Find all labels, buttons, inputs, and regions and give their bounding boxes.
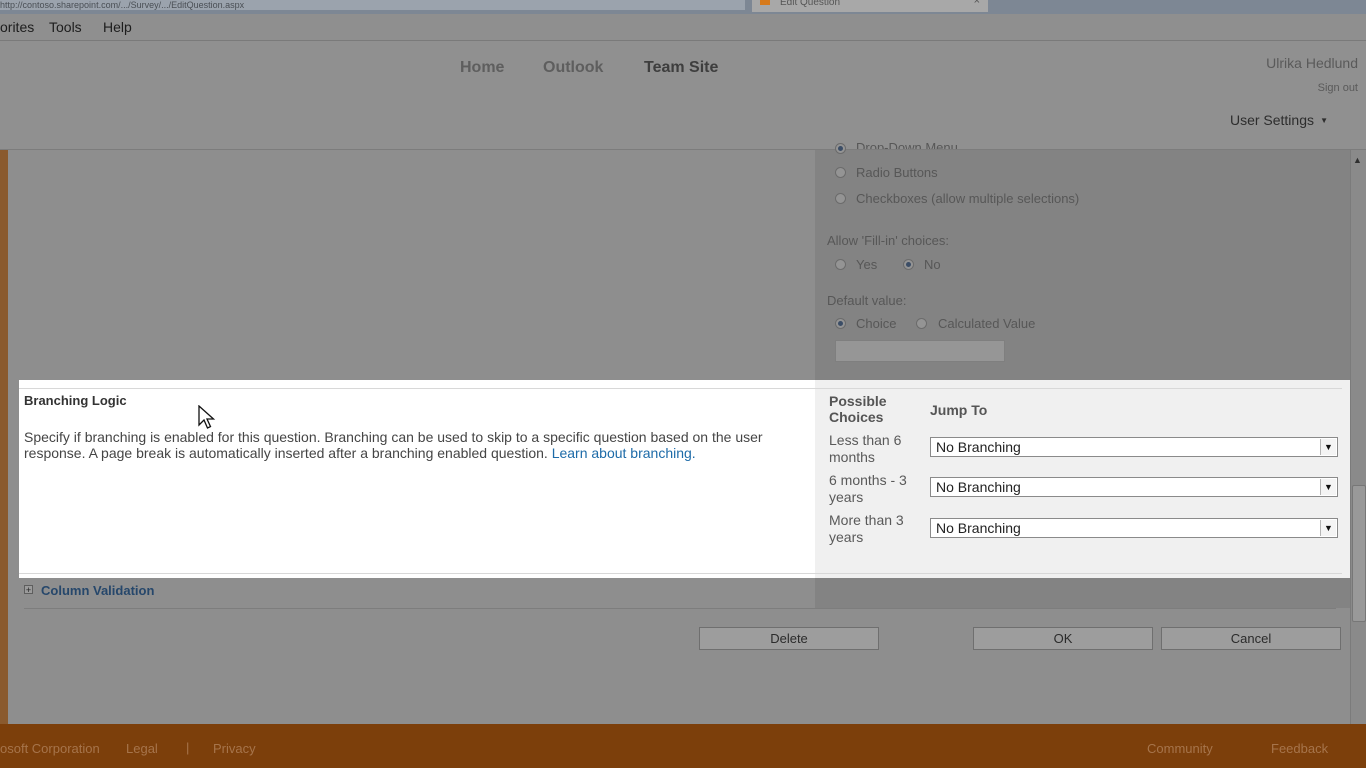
- dropdown-arrow-icon[interactable]: ▼: [1320, 439, 1336, 455]
- caret-down-icon[interactable]: ▼: [1320, 116, 1328, 125]
- footer-legal-link[interactable]: Legal: [126, 741, 158, 756]
- jump-to-select[interactable]: No Branching ▼: [930, 437, 1338, 457]
- address-bar[interactable]: http://contoso.sharepoint.com/.../Survey…: [0, 0, 745, 10]
- branching-logic-section: Branching Logic Specify if branching is …: [19, 380, 1350, 578]
- menu-tools[interactable]: Tools: [49, 19, 82, 35]
- column-validation-link[interactable]: Column Validation: [41, 583, 154, 598]
- jump-to-header: Jump To: [930, 402, 988, 418]
- tab-title: Edit Question: [780, 0, 841, 8]
- branching-logic-title: Branching Logic: [24, 393, 127, 408]
- jump-to-selected-value: No Branching: [936, 479, 1021, 495]
- section-divider: [19, 388, 1342, 389]
- radio-fill-in-no[interactable]: [903, 259, 914, 270]
- default-value-input[interactable]: [835, 340, 1005, 362]
- possible-choices-header: Possible Choices: [829, 393, 887, 425]
- expand-plus-icon[interactable]: +: [24, 585, 33, 595]
- browser-tab-edit-question[interactable]: Edit Question ×: [752, 0, 988, 12]
- nav-team-site[interactable]: Team Site: [644, 59, 718, 77]
- section-divider: [24, 608, 1336, 609]
- footer-copyright: osoft Corporation: [0, 741, 100, 756]
- choice-label: More than 3 years: [829, 512, 904, 545]
- dropdown-arrow-icon[interactable]: ▼: [1320, 520, 1336, 536]
- section-divider: [19, 573, 1342, 574]
- default-choice-label: Choice: [856, 316, 897, 331]
- footer-privacy-link[interactable]: Privacy: [213, 741, 256, 756]
- nav-outlook[interactable]: Outlook: [543, 59, 603, 77]
- page-left-accent: [0, 150, 8, 724]
- jump-to-selected-value: No Branching: [936, 520, 1021, 536]
- fill-in-yes-label: Yes: [856, 257, 878, 272]
- jump-to-selected-value: No Branching: [936, 439, 1021, 455]
- radio-default-choice[interactable]: [835, 318, 846, 329]
- delete-button[interactable]: Delete: [699, 627, 879, 650]
- jump-to-select[interactable]: No Branching ▼: [930, 477, 1338, 497]
- default-value-label: Default value:: [827, 293, 907, 308]
- option-radio-buttons-label: Radio Buttons: [856, 165, 938, 180]
- choice-label: 6 months - 3 years: [829, 472, 907, 505]
- close-tab-icon[interactable]: ×: [974, 0, 980, 7]
- choice-label: Less than 6 months: [829, 432, 902, 465]
- scroll-up-arrow-icon[interactable]: ▲: [1353, 155, 1362, 165]
- sign-out-link[interactable]: Sign out: [1318, 82, 1358, 94]
- fill-in-no-label: No: [924, 257, 941, 272]
- learn-about-branching-link[interactable]: Learn about branching.: [552, 445, 696, 461]
- branching-description: Specify if branching is enabled for this…: [24, 429, 814, 461]
- radio-fill-in-yes[interactable]: [835, 259, 846, 270]
- option-checkboxes-label: Checkboxes (allow multiple selections): [856, 191, 1080, 206]
- tab-favicon-icon: [760, 0, 770, 5]
- radio-dropdown[interactable]: [835, 143, 846, 154]
- menu-favorites[interactable]: orites: [0, 19, 34, 35]
- vertical-scrollbar[interactable]: [1350, 150, 1366, 724]
- cancel-button[interactable]: Cancel: [1161, 627, 1341, 650]
- jump-to-select[interactable]: No Branching ▼: [930, 518, 1338, 538]
- radio-checkboxes[interactable]: [835, 193, 846, 204]
- footer-separator: |: [186, 740, 190, 755]
- option-dropdown-label: Drop-Down Menu: [856, 140, 958, 149]
- user-name: Ulrika Hedlund: [1266, 55, 1358, 71]
- nav-home[interactable]: Home: [460, 59, 504, 77]
- scrollbar-thumb[interactable]: [1352, 485, 1366, 622]
- ok-button[interactable]: OK: [973, 627, 1153, 650]
- site-header: Home Outlook Team Site Ulrika Hedlund Si…: [0, 41, 1366, 150]
- fill-in-label: Allow 'Fill-in' choices:: [827, 233, 949, 248]
- menu-bar: orites Tools Help: [0, 14, 1366, 41]
- page-footer: osoft Corporation Legal | Privacy Commun…: [0, 724, 1366, 768]
- user-settings-menu[interactable]: User Settings: [1230, 112, 1314, 128]
- dropdown-arrow-icon[interactable]: ▼: [1320, 479, 1336, 495]
- mouse-pointer-icon: [198, 405, 216, 429]
- menu-help[interactable]: Help: [103, 19, 132, 35]
- radio-default-calculated[interactable]: [916, 318, 927, 329]
- radio-radio-buttons[interactable]: [835, 167, 846, 178]
- default-calculated-label: Calculated Value: [938, 316, 1036, 331]
- footer-feedback-link[interactable]: Feedback: [1271, 741, 1328, 756]
- footer-community-link[interactable]: Community: [1147, 741, 1213, 756]
